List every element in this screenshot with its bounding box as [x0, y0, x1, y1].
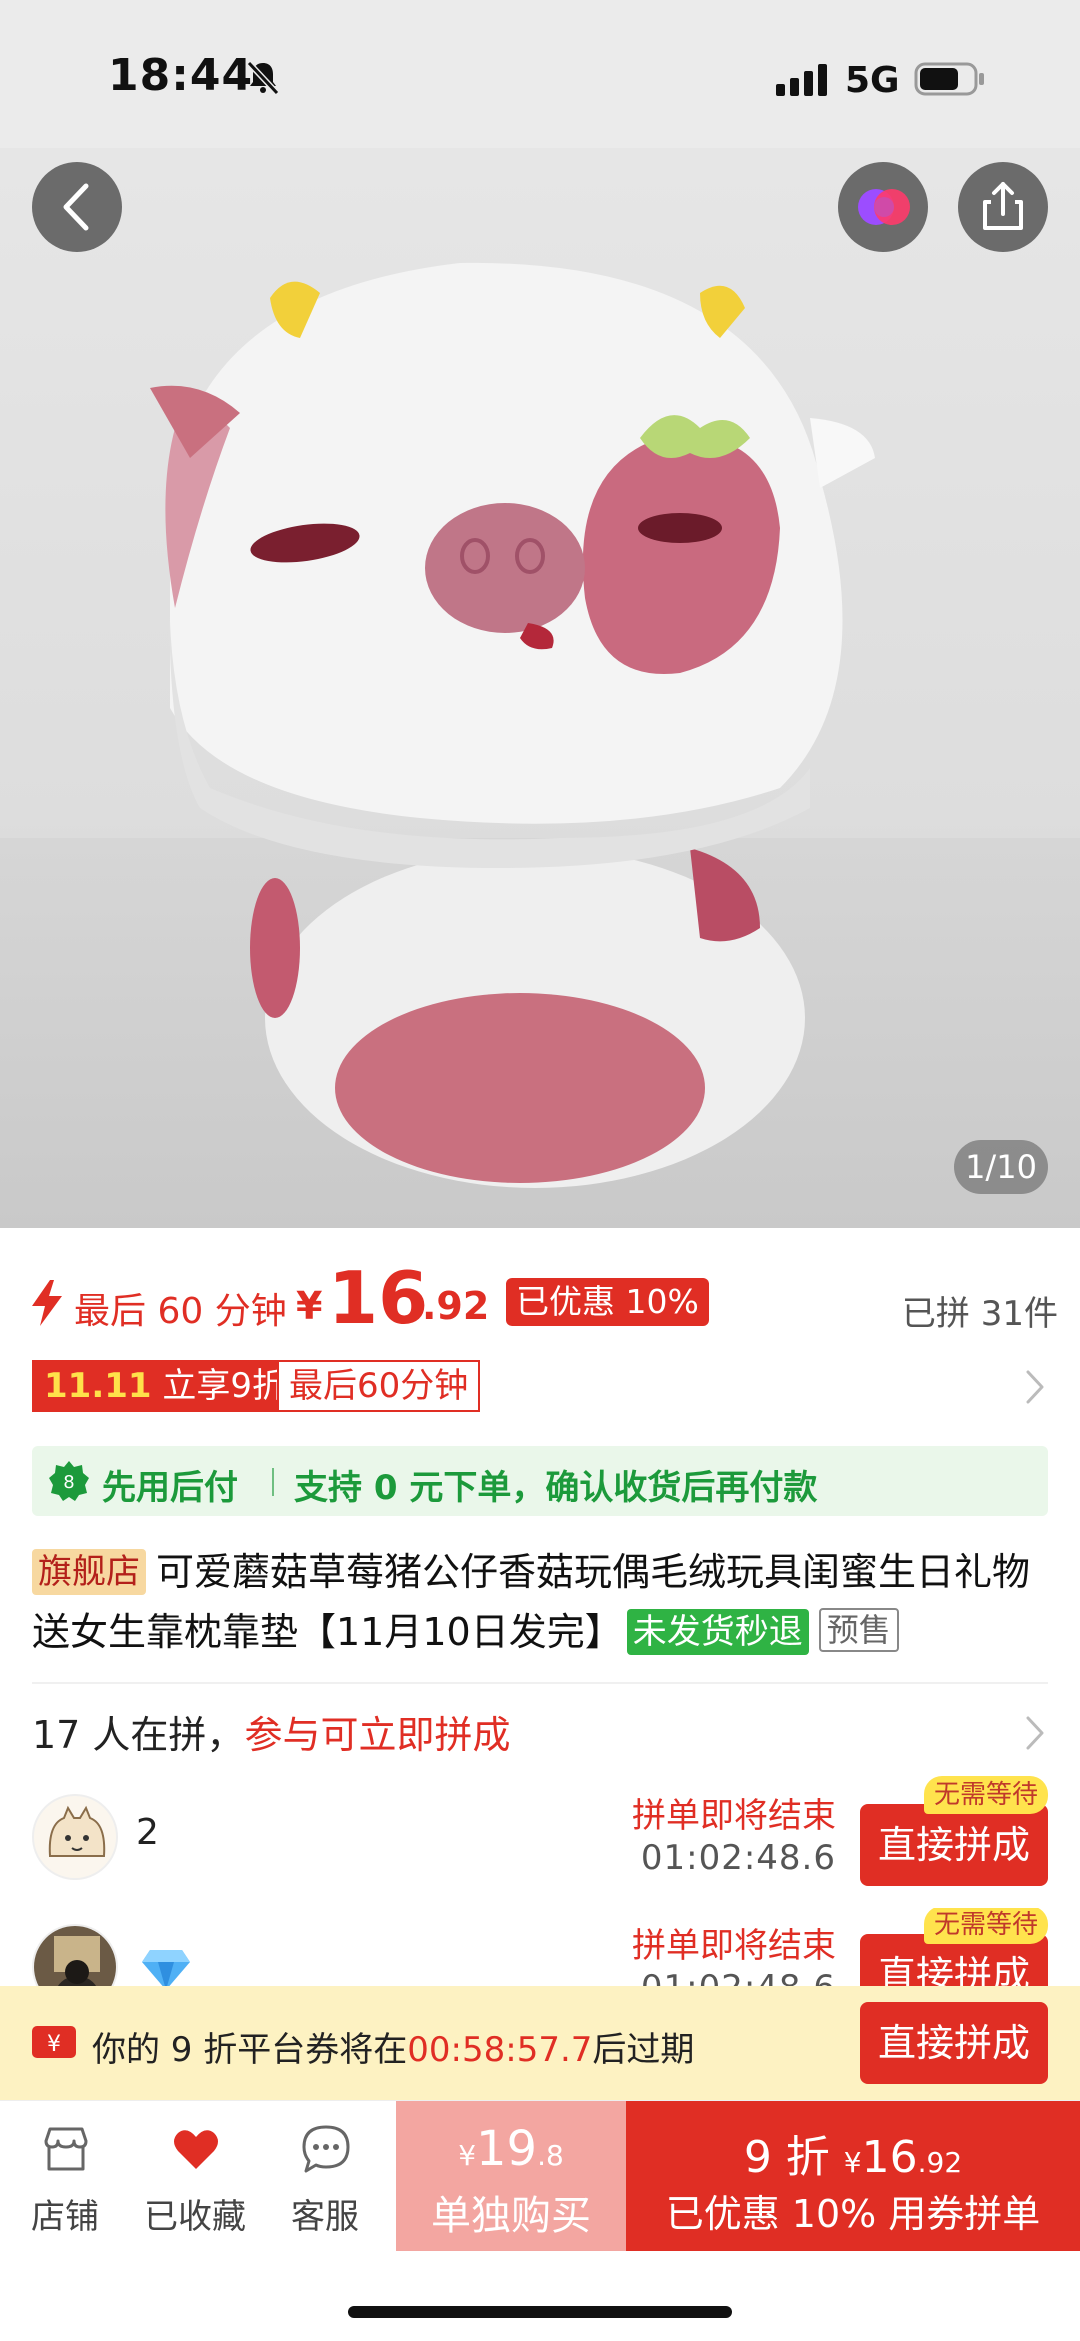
pay-later-badge-icon: 8: [49, 1461, 89, 1501]
avatar: [32, 1924, 118, 1986]
coupon-expiry-bar: ¥ 你的 9 折平台券将在00:58:57.7后过期 直接拼成: [0, 1986, 1080, 2100]
buy-alone-price-decimal: .8: [537, 2139, 564, 2172]
group-buy-price-integer: 16: [861, 2132, 918, 2183]
currency-sign: ¥: [296, 1284, 323, 1328]
buy-alone-button[interactable]: ¥19.8 单独购买: [396, 2101, 626, 2251]
bell-muted-icon: [246, 60, 280, 96]
back-button[interactable]: [32, 162, 122, 252]
coupon-expiry-text: 你的 9 折平台券将在00:58:57.7后过期: [92, 2022, 694, 2071]
group-section-header[interactable]: 17 人在拼，参与可立即拼成: [32, 1704, 510, 1759]
share-button[interactable]: [958, 162, 1048, 252]
coupon-icon: ¥: [32, 2026, 76, 2058]
last-minutes-label: 最后 60 分钟: [74, 1291, 287, 1332]
coupon-countdown: 00:58:57.7: [407, 2030, 593, 2070]
group-ending-label: 拼单即将结束: [632, 1796, 836, 1836]
chat-bubble-icon: [302, 2125, 350, 2173]
promo-tag: 11.11 立享9折: [32, 1360, 298, 1412]
group-buy-prefix: 9 折: [743, 2132, 844, 2183]
group-join-text: 参与可立即拼成: [244, 1713, 511, 1757]
chevron-right-icon[interactable]: [1024, 1714, 1046, 1752]
home-indicator[interactable]: [348, 2306, 732, 2318]
status-bar: 18:44 5G: [0, 0, 1080, 148]
group-user-name: 2: [136, 1812, 159, 1853]
buy-alone-currency: ¥: [458, 2139, 477, 2172]
price-row: 最后 60 分钟 ¥ 16 .92 已优惠 10% 已拼 31件: [30, 1256, 1060, 1342]
favorite-nav-label: 已收藏: [144, 2197, 246, 2237]
group-buy-price-decimal: .92: [917, 2146, 963, 2179]
signal-icon: [776, 64, 827, 96]
chevron-left-icon: [63, 183, 89, 231]
svg-text:¥: ¥: [47, 2032, 61, 2057]
promo-tag-highlight: 11.11: [44, 1366, 152, 1406]
buy-alone-price: ¥19.8: [396, 2121, 626, 2177]
coupon-prefix: 你的 9 折平台券将在: [92, 2030, 408, 2070]
coupon-join-button[interactable]: 直接拼成: [860, 2002, 1048, 2084]
avatar: [32, 1794, 118, 1880]
pay-later-text: 支持 0 元下单，确认收货后再付款: [294, 1468, 818, 1508]
group-buy-button[interactable]: 9 折 ¥16.92 已优惠 10% 用券拼单: [626, 2101, 1080, 2251]
group-countdown: 01:02:48.6: [640, 1838, 836, 1878]
group-countdown: 01:02:48.6: [641, 1968, 836, 1986]
buy-alone-label: 单独购买: [431, 2193, 591, 2239]
discount-badge: 已优惠 10%: [506, 1278, 709, 1326]
group-buy-currency: ¥: [843, 2146, 862, 2179]
pay-later-separator: [272, 1468, 274, 1496]
coupon-suffix: 后过期: [592, 2030, 695, 2070]
pay-later-banner[interactable]: 8 先用后付 支持 0 元下单，确认收货后再付款: [32, 1446, 1048, 1516]
buy-alone-price-integer: 19: [476, 2121, 538, 2177]
group-list-item: 拼单即将结束 01:02:48.6 直接拼成 无需等待: [32, 1908, 1048, 1986]
bottom-action-bar: 店铺 已收藏 客服 ¥19.8 单独购买 9 折 ¥16.92 已优惠 10% …: [0, 2100, 1080, 2251]
plush-illustration: [150, 262, 875, 1188]
service-nav-label: 客服: [291, 2197, 359, 2237]
flagship-store-badge: 旗舰店: [32, 1549, 146, 1595]
service-nav-button[interactable]: 客服: [260, 2101, 390, 2251]
promo-tag-text: 立享9折: [151, 1366, 286, 1406]
store-nav-button[interactable]: 店铺: [0, 2101, 130, 2251]
group-sold-count: 已拼 31件: [901, 1294, 1058, 1334]
network-label: 5G: [845, 60, 900, 101]
group-buy-price: 9 折 ¥16.92: [626, 2121, 1080, 2185]
lightning-icon: [32, 1280, 62, 1326]
chevron-right-icon: [1026, 1370, 1044, 1404]
svg-text:8: 8: [63, 1472, 74, 1493]
photo-avatar-icon: [34, 1926, 116, 1986]
share-icon: [983, 182, 1023, 230]
group-buy-label: 已优惠 10% 用券拼单: [665, 2192, 1041, 2236]
heart-icon: [174, 2130, 218, 2169]
group-count-text: 17 人在拼，: [32, 1713, 245, 1757]
cat-avatar-icon: [34, 1796, 116, 1878]
group-ending-label: 拼单即将结束: [632, 1926, 836, 1966]
presale-badge: 预售: [818, 1608, 899, 1652]
store-icon: [44, 2127, 88, 2171]
product-image[interactable]: 1/10: [0, 148, 1080, 1228]
join-group-button[interactable]: 直接拼成: [860, 1804, 1048, 1886]
diamond-icon: [142, 1950, 190, 1986]
group-list-item: 2 拼单即将结束 01:02:48.6 直接拼成 无需等待: [32, 1776, 1048, 1888]
price-integer: 16: [328, 1256, 429, 1340]
promo-row[interactable]: 11.11 立享9折 最后60分钟: [32, 1360, 1052, 1414]
pay-later-label: 先用后付: [102, 1468, 238, 1508]
instant-refund-badge: 未发货秒退: [626, 1609, 809, 1655]
status-time: 18:44: [108, 50, 254, 101]
no-wait-badge: 无需等待: [923, 1776, 1048, 1814]
favorite-nav-button[interactable]: 已收藏: [130, 2101, 260, 2251]
no-wait-badge: 无需等待: [923, 1908, 1048, 1944]
ai-orb-icon: [858, 189, 910, 225]
price-decimal: .92: [422, 1284, 490, 1328]
battery-icon: [914, 62, 984, 96]
product-title: 旗舰店 可爱蘑菇草莓猪公仔香菇玩偶毛绒玩具闺蜜生日礼物送女生靠枕靠垫【11月10日…: [32, 1542, 1048, 1662]
store-nav-label: 店铺: [31, 2197, 99, 2237]
promo-countdown-tag: 最后60分钟: [277, 1360, 481, 1412]
image-page-counter: 1/10: [954, 1140, 1048, 1194]
section-divider: [32, 1682, 1048, 1684]
ai-assistant-button[interactable]: [838, 162, 928, 252]
